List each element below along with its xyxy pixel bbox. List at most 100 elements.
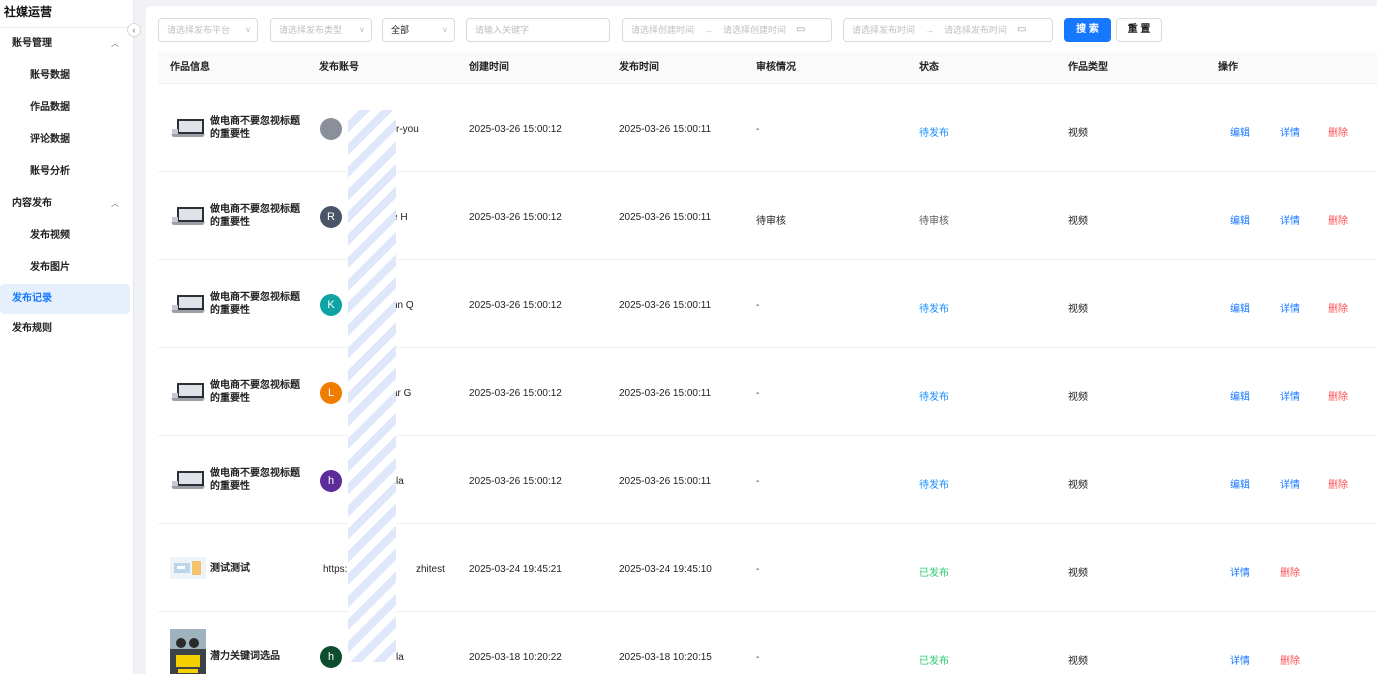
work-title[interactable]: 潜力关键词选品 xyxy=(210,650,300,663)
menu-item-works-data[interactable]: 作品数据 xyxy=(0,92,133,124)
table-row: 做电商不要忽视标题的重要性 r-you 2025-03-26 15:00:12 202… xyxy=(158,84,1377,172)
menu-group-content[interactable]: 内容发布 ︿ xyxy=(0,188,133,220)
review-status: - xyxy=(756,564,760,575)
search-button[interactable]: 搜 索 xyxy=(1064,18,1111,42)
detail-link[interactable]: 详情 xyxy=(1280,476,1300,491)
menu-item-account-analysis[interactable]: 账号分析 xyxy=(0,156,133,188)
work-thumbnail xyxy=(170,629,206,674)
status-select-value: 全部 xyxy=(391,25,410,35)
main-panel: 请选择发布平台 ∨ 请选择发布类型 ∨ 全部 ∨ 请输入关键字 请选择创建时间 … xyxy=(146,6,1377,674)
account-text: https: xyxy=(323,564,348,575)
sidebar: 社媒运营 账号管理 ︿ 账号数据 作品数据 评论数据 账号分析 内容发布 ︿ 发… xyxy=(0,0,134,674)
work-thumbnail xyxy=(170,118,206,141)
delete-link[interactable]: 删除 xyxy=(1328,124,1348,139)
review-status: 待审核 xyxy=(756,216,786,227)
detail-link[interactable]: 详情 xyxy=(1230,564,1250,579)
edit-link[interactable]: 编辑 xyxy=(1230,300,1250,315)
delete-link[interactable]: 删除 xyxy=(1328,212,1348,227)
work-type: 视频 xyxy=(1068,568,1088,579)
work-title[interactable]: 做电商不要忽视标题的重要性 xyxy=(210,291,300,317)
avatar: L xyxy=(320,382,342,404)
table-row: 做电商不要忽视标题的重要性 Knn Q 2025-03-26 15:00:12 202… xyxy=(158,260,1377,348)
review-status: - xyxy=(756,388,760,399)
avatar: h xyxy=(320,646,342,668)
work-title[interactable]: 做电商不要忽视标题的重要性 xyxy=(210,115,300,141)
detail-link[interactable]: 详情 xyxy=(1280,212,1300,227)
created-time: 2025-03-26 15:00:12 xyxy=(469,476,562,487)
status-badge: 待发布 xyxy=(919,304,949,315)
created-time: 2025-03-24 19:45:21 xyxy=(469,564,562,575)
work-thumbnail xyxy=(170,382,206,405)
table-row: 测试测试 https: zhitest 2025-03-24 19:45:21 2025… xyxy=(158,524,1377,612)
delete-link[interactable]: 删除 xyxy=(1328,476,1348,491)
keyword-input-placeholder: 请输入关键字 xyxy=(475,25,530,35)
published-time: 2025-03-18 10:20:15 xyxy=(619,652,712,663)
work-title[interactable]: 做电商不要忽视标题的重要性 xyxy=(210,467,300,493)
delete-link[interactable]: 删除 xyxy=(1328,300,1348,315)
create-time-range[interactable]: 请选择创建时间 → 请选择创建时间 ▭ xyxy=(622,18,832,42)
chevron-up-icon: ︿ xyxy=(111,39,119,48)
status-badge: 待发布 xyxy=(919,392,949,403)
chevron-down-icon: ∨ xyxy=(245,25,251,34)
edit-link[interactable]: 编辑 xyxy=(1230,388,1250,403)
keyword-input[interactable]: 请输入关键字 xyxy=(466,18,610,42)
delete-link[interactable]: 删除 xyxy=(1280,652,1300,667)
edit-link[interactable]: 编辑 xyxy=(1230,124,1250,139)
menu-group-account[interactable]: 账号管理 ︿ xyxy=(0,28,133,60)
review-status: - xyxy=(756,652,760,663)
published-time: 2025-03-26 15:00:11 xyxy=(619,388,712,399)
menu-group-label: 内容发布 xyxy=(12,198,52,209)
delete-link[interactable]: 删除 xyxy=(1328,388,1348,403)
menu-item-publish-rules[interactable]: 发布规则 xyxy=(0,314,130,344)
redaction-overlay xyxy=(348,110,396,662)
table-header: 作品信息 发布账号 创建时间 发布时间 审核情况 状态 作品类型 操作 xyxy=(158,52,1377,84)
work-title[interactable]: 做电商不要忽视标题的重要性 xyxy=(210,379,300,405)
edit-link[interactable]: 编辑 xyxy=(1230,476,1250,491)
menu-item-account-data[interactable]: 账号数据 xyxy=(0,60,133,92)
delete-link[interactable]: 删除 xyxy=(1280,564,1300,579)
range-arrow: → xyxy=(704,25,714,35)
table-row: 做电商不要忽视标题的重要性 Lar G 2025-03-26 15:00:12 202… xyxy=(158,348,1377,436)
work-thumbnail xyxy=(170,206,206,229)
menu-group-label: 账号管理 xyxy=(12,38,52,49)
menu-item-publish-image[interactable]: 发布图片 xyxy=(0,252,133,284)
platform-select[interactable]: 请选择发布平台 ∨ xyxy=(158,18,258,42)
range-arrow: → xyxy=(925,25,935,35)
detail-link[interactable]: 详情 xyxy=(1230,652,1250,667)
type-select[interactable]: 请选择发布类型 ∨ xyxy=(270,18,372,42)
work-type: 视频 xyxy=(1068,304,1088,315)
create-start-placeholder: 请选择创建时间 xyxy=(631,25,695,35)
status-badge: 待发布 xyxy=(919,480,949,491)
header-type: 作品类型 xyxy=(1068,62,1108,73)
created-time: 2025-03-18 10:20:22 xyxy=(469,652,562,663)
header-work-info: 作品信息 xyxy=(170,62,210,73)
collapse-sidebar-icon[interactable]: ‹ xyxy=(127,23,141,37)
published-time: 2025-03-26 15:00:11 xyxy=(619,212,712,223)
avatar: K xyxy=(320,294,342,316)
menu-item-publish-records[interactable]: 发布记录 xyxy=(0,284,130,314)
table-row: 潜力关键词选品 h la 2025-03-18 10:20:22 2025-03-18 … xyxy=(158,612,1377,674)
edit-link[interactable]: 编辑 xyxy=(1230,212,1250,227)
header-created: 创建时间 xyxy=(469,62,509,73)
detail-link[interactable]: 详情 xyxy=(1280,300,1300,315)
publish-end-placeholder: 请选择发布时间 xyxy=(944,25,1008,35)
created-time: 2025-03-26 15:00:12 xyxy=(469,124,562,135)
created-time: 2025-03-26 15:00:12 xyxy=(469,300,562,311)
platform-select-placeholder: 请选择发布平台 xyxy=(167,25,231,35)
header-review: 审核情况 xyxy=(756,62,796,73)
published-time: 2025-03-26 15:00:11 xyxy=(619,300,712,311)
work-title[interactable]: 测试测试 xyxy=(210,562,300,575)
reset-button[interactable]: 重 置 xyxy=(1116,18,1162,42)
status-select[interactable]: 全部 ∨ xyxy=(382,18,455,42)
account-name: la xyxy=(396,652,404,663)
menu-item-publish-video[interactable]: 发布视频 xyxy=(0,220,133,252)
work-type: 视频 xyxy=(1068,656,1088,667)
status-badge: 已发布 xyxy=(919,568,949,579)
status-badge: 待审核 xyxy=(919,216,949,227)
menu-item-comment-data[interactable]: 评论数据 xyxy=(0,124,133,156)
work-title[interactable]: 做电商不要忽视标题的重要性 xyxy=(210,203,300,229)
status-badge: 待发布 xyxy=(919,128,949,139)
detail-link[interactable]: 详情 xyxy=(1280,124,1300,139)
detail-link[interactable]: 详情 xyxy=(1280,388,1300,403)
publish-time-range[interactable]: 请选择发布时间 → 请选择发布时间 ▭ xyxy=(843,18,1053,42)
